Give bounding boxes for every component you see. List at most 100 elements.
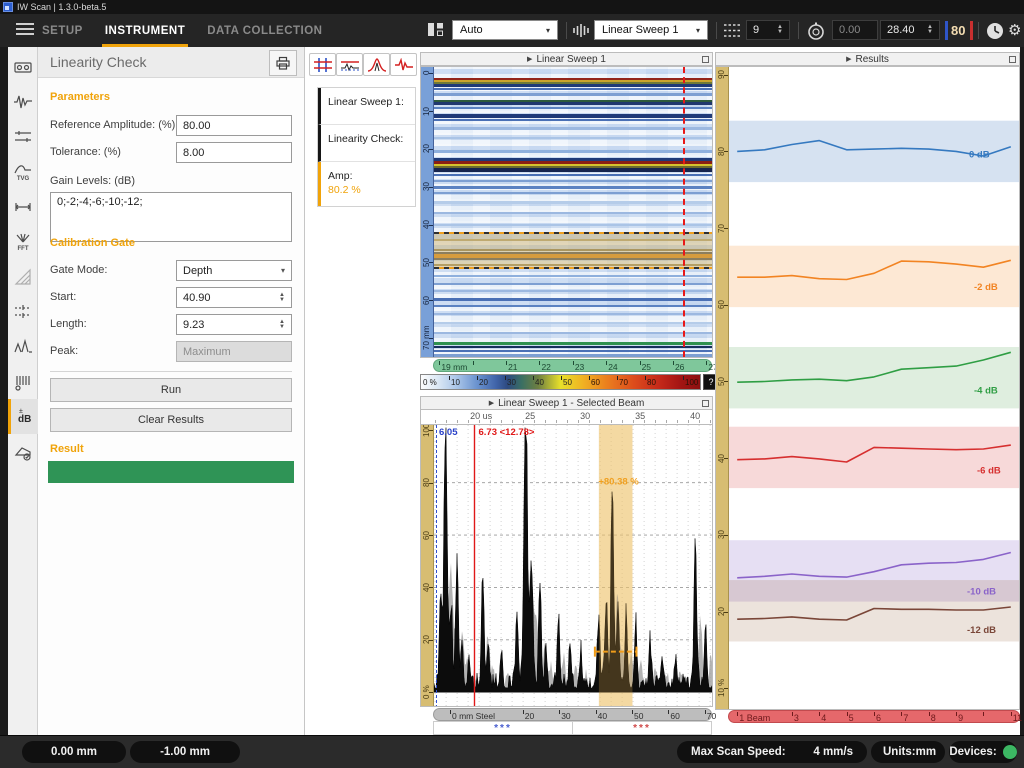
ascan-plot-window: 100806040200 % 6.056.73 <12.78>+80.38 % bbox=[420, 424, 713, 707]
axis-tick-label: 10 bbox=[423, 107, 431, 116]
view-gates-button[interactable] bbox=[336, 53, 363, 76]
palette-select[interactable]: Auto▾ bbox=[452, 20, 558, 40]
bscan-band bbox=[434, 290, 712, 292]
span-icon[interactable] bbox=[8, 189, 38, 224]
tolerance-input[interactable]: 8.00 bbox=[176, 142, 292, 163]
bscan-gate-top-edge[interactable] bbox=[434, 232, 712, 234]
gate-mode-select[interactable]: Depth▾ bbox=[176, 260, 292, 281]
tab-instrument[interactable]: INSTRUMENT bbox=[105, 14, 185, 47]
settings-gear-icon[interactable]: ⚙ bbox=[1008, 21, 1021, 39]
spinner-arrows-icon[interactable]: ▲▼ bbox=[279, 293, 285, 303]
max-scan-speed-readout[interactable]: Max Scan Speed: 4 mm/s bbox=[677, 741, 867, 763]
gates-icon[interactable] bbox=[8, 119, 38, 154]
position2-value: -1.00 mm bbox=[160, 746, 210, 758]
axis-tick-label: 40 bbox=[718, 454, 726, 463]
maximize-icon[interactable] bbox=[702, 400, 709, 407]
gain-series-label: -2 dB bbox=[974, 282, 998, 293]
bscan-beam-cursor[interactable] bbox=[683, 67, 685, 357]
bscan-band bbox=[434, 186, 712, 189]
ascan-time-axis: 20 us25303540 bbox=[420, 410, 713, 424]
units-readout[interactable]: Units: mm bbox=[871, 741, 945, 763]
print-button[interactable] bbox=[269, 50, 297, 76]
wedge-check-icon[interactable] bbox=[8, 434, 38, 469]
gate-mode-row: Gate Mode: Depth▾ bbox=[50, 260, 292, 282]
gain-right-bar bbox=[970, 21, 973, 40]
spinner-arrows-icon[interactable]: ▲▼ bbox=[279, 320, 285, 330]
ascan-signal-trace bbox=[434, 428, 713, 693]
gain-value[interactable]: 80 bbox=[951, 23, 965, 38]
clear-results-button[interactable]: Clear Results bbox=[50, 408, 292, 432]
axis-tick-label: 80 bbox=[423, 478, 431, 487]
ascan-footer-right[interactable]: *** bbox=[573, 722, 711, 734]
ascan-waveform[interactable]: 6.056.73 <12.78>+80.38 % bbox=[434, 425, 713, 707]
bscan-band bbox=[434, 150, 712, 153]
ascan-footer-left[interactable]: *** bbox=[434, 722, 573, 734]
axis-tick-label: 35 bbox=[635, 411, 645, 421]
bscan-depth-axis: 010203040506070 mm bbox=[421, 67, 434, 357]
readout-item[interactable]: Amp:80.2 % bbox=[318, 162, 415, 206]
pulse-icon[interactable] bbox=[8, 84, 38, 119]
ascan-window-header[interactable]: ▶ Linear Sweep 1 - Selected Beam bbox=[420, 396, 713, 410]
layout-split-icon[interactable] bbox=[428, 23, 444, 37]
colorbar-tick-label: 70 bbox=[619, 378, 628, 387]
range-start-field[interactable]: 0.00 bbox=[832, 20, 878, 40]
bscan-band bbox=[434, 180, 712, 182]
ascan-distance-axis: 0 mm Steel203040506070 bbox=[433, 708, 712, 721]
readout-item[interactable]: Linearity Check: bbox=[318, 125, 415, 162]
axis-tick-label: 20 bbox=[423, 144, 431, 153]
position2-readout[interactable]: -1.00 mm bbox=[130, 741, 240, 763]
readout-item[interactable]: Linear Sweep 1: bbox=[318, 88, 415, 125]
tab-data-collection[interactable]: DATA COLLECTION bbox=[207, 14, 322, 47]
tab-setup[interactable]: SETUP bbox=[42, 14, 83, 47]
palette-select-value: Auto bbox=[460, 24, 483, 36]
bscan-image[interactable] bbox=[434, 67, 712, 357]
devices-readout[interactable]: Devices: bbox=[949, 741, 1017, 763]
max-scan-speed-label: Max Scan Speed: bbox=[691, 746, 786, 758]
filter-gates-icon[interactable] bbox=[8, 294, 38, 329]
spinner-arrows-icon[interactable]: ▲▼ bbox=[772, 25, 783, 35]
trigger-icon[interactable] bbox=[8, 329, 38, 364]
range-end-value: 28.40 bbox=[887, 24, 915, 36]
encoder-icon[interactable] bbox=[8, 364, 38, 399]
run-button[interactable]: Run bbox=[50, 378, 292, 402]
results-window-header[interactable]: ▶ Results bbox=[715, 52, 1020, 66]
reference-amplitude-label: Reference Amplitude: (%) bbox=[50, 119, 175, 131]
gate-length-label: Length: bbox=[50, 318, 87, 330]
bscan-gate-region[interactable] bbox=[434, 233, 712, 268]
position1-readout[interactable]: 0.00 mm bbox=[22, 741, 126, 763]
bscan-band bbox=[434, 168, 712, 172]
axis-tick-label: 25 bbox=[525, 411, 535, 421]
left-edge-strip bbox=[0, 47, 8, 735]
view-grid-button[interactable] bbox=[309, 53, 336, 76]
spinner-arrows-icon[interactable]: ▲▼ bbox=[922, 25, 933, 35]
probe-icon[interactable] bbox=[8, 49, 38, 84]
hamburger-menu-icon[interactable] bbox=[16, 23, 34, 35]
bscan-band bbox=[434, 137, 712, 139]
results-chart[interactable]: 0 dB-2 dB-4 dB-6 dB-10 dB-12 dB bbox=[729, 67, 1019, 709]
maximize-icon[interactable] bbox=[1009, 56, 1016, 63]
gate-length-spinner[interactable]: 9.23▲▼ bbox=[176, 314, 292, 335]
bscan-gate-bottom-edge[interactable] bbox=[434, 267, 712, 269]
sweep-select[interactable]: Linear Sweep 1▾ bbox=[594, 20, 708, 40]
bscan-band bbox=[434, 84, 712, 87]
gate-start-spinner[interactable]: 40.90▲▼ bbox=[176, 287, 292, 308]
view-envelope-button[interactable] bbox=[363, 53, 390, 76]
view-rf-button[interactable] bbox=[390, 53, 417, 76]
tvg-icon[interactable]: TVG bbox=[8, 154, 38, 189]
reference-amplitude-input[interactable]: 80.00 bbox=[176, 115, 292, 136]
db-linearity-icon[interactable]: dB± bbox=[8, 399, 38, 434]
axis-tick-label: 20 bbox=[525, 711, 534, 721]
angle-beam-icon[interactable] bbox=[8, 259, 38, 294]
title-bar: IW Scan | 1.3.0-beta.5 bbox=[0, 0, 1024, 14]
gate-peak-label: Peak: bbox=[50, 345, 78, 357]
range-end-spinner[interactable]: 28.40 ▲▼ bbox=[880, 20, 940, 40]
devices-label: Devices: bbox=[949, 746, 996, 758]
clock-icon[interactable] bbox=[986, 22, 1004, 40]
gain-levels-textarea[interactable]: 0;-2;-4;-6;-10;-12; bbox=[50, 192, 292, 242]
axis-tick-label: 7 bbox=[903, 713, 908, 723]
bscan-window-header[interactable]: ▶ Linear Sweep 1 bbox=[420, 52, 713, 66]
fft-icon[interactable]: FFT bbox=[8, 224, 38, 259]
maximize-icon[interactable] bbox=[702, 56, 709, 63]
reference-amplitude-row: Reference Amplitude: (%) 80.00 bbox=[50, 115, 292, 137]
beam-count-spinner[interactable]: 9 ▲▼ bbox=[746, 20, 790, 40]
